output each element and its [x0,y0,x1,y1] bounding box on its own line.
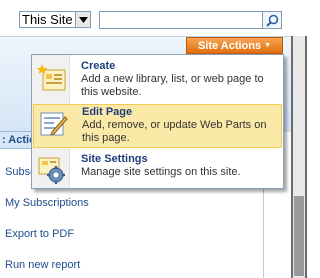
nav-link-export-pdf[interactable]: Export to PDF [5,228,74,240]
create-icon [36,62,67,92]
scrollbar-track[interactable] [293,36,305,278]
scrollbar-thumb[interactable] [294,196,304,276]
menu-item-edit-page[interactable]: Edit Page Add, remove, or update Web Par… [33,104,282,148]
site-actions-button[interactable]: Site Actions ▼ [186,37,283,54]
menu-item-title: Edit Page [82,106,133,118]
menu-item-title: Create [81,60,116,72]
search-input[interactable] [99,11,263,29]
chevron-down-icon[interactable] [75,12,90,27]
menu-item-title: Site Settings [81,153,148,165]
menu-item-description: Add a new library, list, or web page to … [81,73,264,98]
search-scope-value: This Site [22,12,73,27]
vertical-scrollbar[interactable] [291,36,307,278]
search-bar: This Site [0,0,307,36]
chevron-down-icon: ▼ [264,42,272,49]
search-button[interactable] [263,11,282,29]
search-icon [265,14,278,27]
nav-link-run-report[interactable]: Run new report [5,259,80,271]
site-actions-menu: Create Add a new library, list, or web p… [31,54,284,189]
menu-item-description: Add, remove, or update Web Parts on this… [82,119,267,144]
menu-item-description: Manage site settings on this site. [81,166,241,178]
menu-item-create[interactable]: Create Add a new library, list, or web p… [33,59,282,101]
site-actions-label: Site Actions [197,39,262,52]
search-scope-select[interactable]: This Site [19,11,91,28]
menu-item-site-settings[interactable]: Site Settings Manage site settings on th… [33,152,282,186]
gear-icon [37,155,67,185]
edit-page-icon [38,108,68,138]
nav-link-my-subscriptions[interactable]: My Subscriptions [5,197,89,209]
